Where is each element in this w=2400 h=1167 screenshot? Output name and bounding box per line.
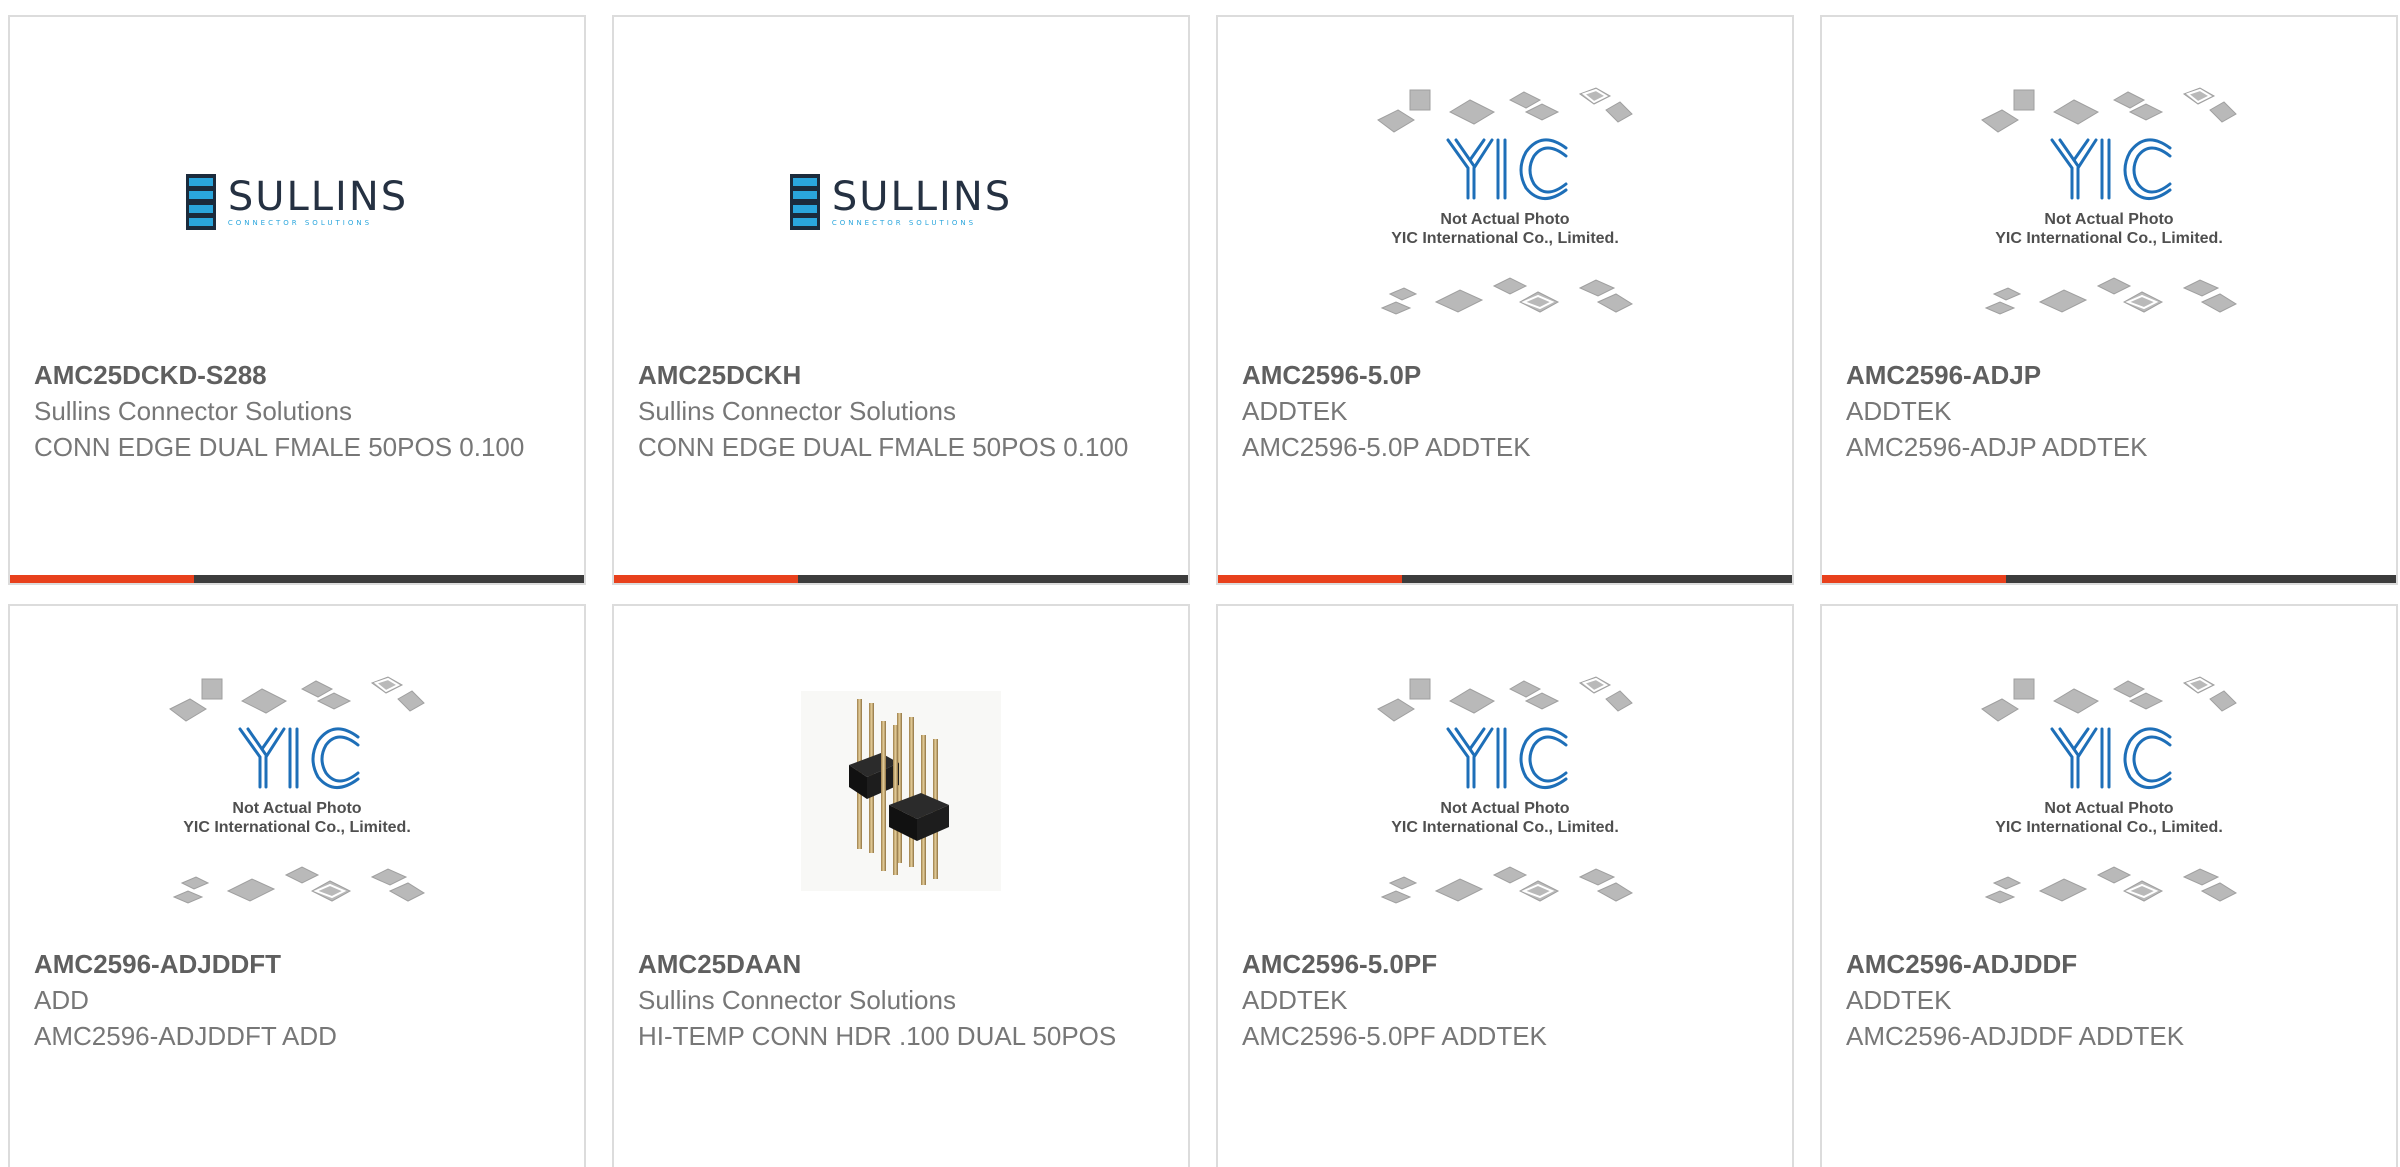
card-accent-bar: [1218, 575, 1402, 583]
manufacturer: Sullins Connector Solutions: [34, 396, 352, 426]
product-image[interactable]: Not Actual Photo YIC International Co., …: [1218, 57, 1792, 347]
card-accent-bar: [10, 575, 194, 583]
part-number[interactable]: AMC2596-5.0P: [1242, 357, 1768, 393]
product-card[interactable]: AMC25DAAN Sullins Connector Solutions HI…: [612, 604, 1190, 1167]
product-card[interactable]: SULLINS CONNECTOR SOLUTIONS AMC25DCKH Su…: [612, 15, 1190, 585]
card-bottom-bar: [1822, 575, 2396, 583]
description: AMC2596-ADJDDFT ADD: [34, 1021, 337, 1051]
card-accent-bar: [1822, 575, 2006, 583]
description: CONN EDGE DUAL FMALE 50POS 0.100: [34, 432, 525, 462]
yic-caption-line2: YIC International Co., Limited.: [1391, 819, 1619, 836]
product-image[interactable]: Not Actual Photo YIC International Co., …: [1822, 646, 2396, 936]
sullins-logo: SULLINS CONNECTOR SOLUTIONS: [185, 174, 409, 230]
yic-placeholder-image: Not Actual Photo YIC International Co., …: [1370, 671, 1640, 911]
product-card[interactable]: Not Actual Photo YIC International Co., …: [1820, 604, 2398, 1167]
card-bottom-bar: [614, 575, 1188, 583]
description: AMC2596-5.0P ADDTEK: [1242, 432, 1531, 462]
part-number[interactable]: AMC25DCKD-S288: [34, 357, 560, 393]
sullins-tagline: CONNECTOR SOLUTIONS: [227, 219, 373, 227]
part-number[interactable]: AMC2596-5.0PF: [1242, 946, 1768, 982]
product-image[interactable]: Not Actual Photo YIC International Co., …: [1822, 57, 2396, 347]
part-number[interactable]: AMC25DAAN: [638, 946, 1164, 982]
yic-caption-line2: YIC International Co., Limited.: [1995, 819, 2223, 836]
yic-caption-line2: YIC International Co., Limited.: [1995, 230, 2223, 247]
product-image[interactable]: [614, 646, 1188, 936]
product-card[interactable]: Not Actual Photo YIC International Co., …: [1820, 15, 2398, 585]
manufacturer: ADDTEK: [1846, 985, 1952, 1015]
description: CONN EDGE DUAL FMALE 50POS 0.100: [638, 432, 1129, 462]
part-number[interactable]: AMC2596-ADJDDFT: [34, 946, 560, 982]
yic-placeholder-image: Not Actual Photo YIC International Co., …: [1974, 82, 2244, 322]
manufacturer: ADDTEK: [1242, 396, 1348, 426]
manufacturer: Sullins Connector Solutions: [638, 985, 956, 1015]
yic-caption-line1: Not Actual Photo: [1440, 211, 1570, 228]
description: AMC2596-ADJDDF ADDTEK: [1846, 1021, 2185, 1051]
manufacturer: Sullins Connector Solutions: [638, 396, 956, 426]
manufacturer: ADDTEK: [1242, 985, 1348, 1015]
product-image[interactable]: SULLINS CONNECTOR SOLUTIONS: [614, 57, 1188, 347]
yic-placeholder-image: Not Actual Photo YIC International Co., …: [1370, 82, 1640, 322]
description: AMC2596-5.0PF ADDTEK: [1242, 1021, 1547, 1051]
product-card[interactable]: Not Actual Photo YIC International Co., …: [1216, 604, 1794, 1167]
manufacturer: ADDTEK: [1846, 396, 1952, 426]
pin-header-photo: [801, 691, 1001, 891]
yic-placeholder-image: Not Actual Photo YIC International Co., …: [1974, 671, 2244, 911]
product-grid: SULLINS CONNECTOR SOLUTIONS AMC25DCKD-S2…: [0, 0, 2400, 1167]
yic-caption-line1: Not Actual Photo: [2044, 800, 2174, 817]
product-card[interactable]: Not Actual Photo YIC International Co., …: [1216, 15, 1794, 585]
card-bottom-bar: [1218, 575, 1792, 583]
manufacturer: ADD: [34, 985, 89, 1015]
description: AMC2596-ADJP ADDTEK: [1846, 432, 2148, 462]
part-number[interactable]: AMC2596-ADJP: [1846, 357, 2372, 393]
product-image[interactable]: Not Actual Photo YIC International Co., …: [10, 646, 584, 936]
product-image[interactable]: SULLINS CONNECTOR SOLUTIONS: [10, 57, 584, 347]
product-card[interactable]: SULLINS CONNECTOR SOLUTIONS AMC25DCKD-S2…: [8, 15, 586, 585]
yic-caption-line1: Not Actual Photo: [2044, 211, 2174, 228]
product-image[interactable]: Not Actual Photo YIC International Co., …: [1218, 646, 1792, 936]
description: HI-TEMP CONN HDR .100 DUAL 50POS: [638, 1021, 1117, 1051]
card-bottom-bar: [10, 575, 584, 583]
part-number[interactable]: AMC25DCKH: [638, 357, 1164, 393]
sullins-stack-icon: [185, 174, 216, 230]
yic-caption-line1: Not Actual Photo: [1440, 800, 1570, 817]
sullins-logo: SULLINS CONNECTOR SOLUTIONS: [789, 174, 1013, 230]
sullins-tagline: CONNECTOR SOLUTIONS: [831, 219, 977, 227]
yic-caption-line1: Not Actual Photo: [232, 800, 362, 817]
yic-caption-line2: YIC International Co., Limited.: [1391, 230, 1619, 247]
yic-caption-line2: YIC International Co., Limited.: [183, 819, 411, 836]
sullins-brand: SULLINS: [227, 174, 409, 220]
yic-placeholder-image: Not Actual Photo YIC International Co., …: [162, 671, 432, 911]
part-number[interactable]: AMC2596-ADJDDF: [1846, 946, 2372, 982]
sullins-brand: SULLINS: [831, 174, 1013, 220]
sullins-stack-icon: [789, 174, 820, 230]
product-card[interactable]: Not Actual Photo YIC International Co., …: [8, 604, 586, 1167]
card-accent-bar: [614, 575, 798, 583]
